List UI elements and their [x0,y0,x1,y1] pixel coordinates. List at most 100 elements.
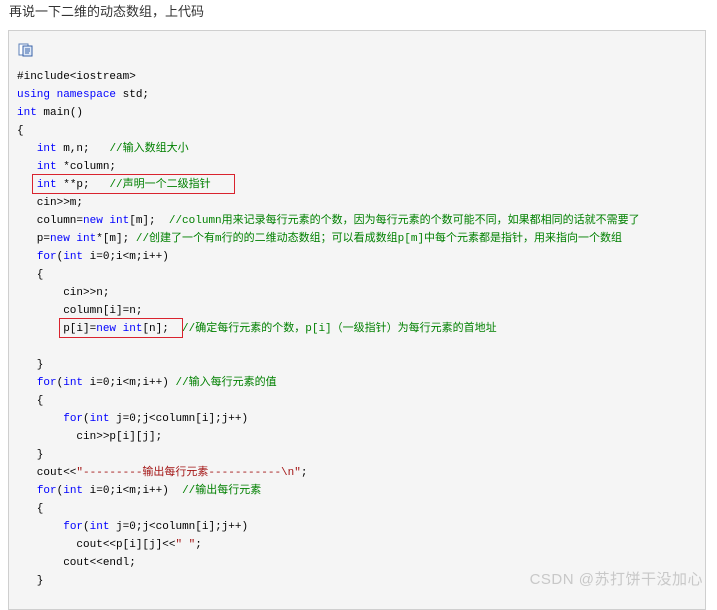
code-token: //输入数组大小 [109,143,189,155]
code-token: new int [96,323,143,335]
code-token: #include<iostream> [17,71,136,83]
code-token: //确定每行元素的个数，p[i]（一级指针）为每行元素的首地址 [182,323,497,335]
code-line: for(int i=0;i<m;i++) [17,248,640,266]
code-token: //输入每行元素的值 [175,377,277,389]
code-line: cin>>p[i][j]; [17,428,640,446]
code-token: i=0;i<m;i++) [83,251,169,263]
code-line: cin>>m; [17,194,640,212]
code-line: p=new int*[m]; //创建了一个有m行的的二维动态数组；可以看成数组… [17,230,640,248]
code-token: ; [300,467,308,479]
code-line: cout<<p[i][j]<<" "; [17,536,640,554]
code-token: p[i]= [17,323,97,335]
code-token: int [36,143,57,155]
code-token: p= [17,233,51,245]
code-token: int [17,107,37,119]
code-line: p[i]=new int[n]; //确定每行元素的个数，p[i]（一级指针）为… [17,320,640,338]
code-token: i=0;i<m;i++) [83,377,176,389]
code-token: } [17,449,44,461]
code-token: for [63,521,84,533]
code-line: { [17,266,640,284]
code-line: } [17,356,640,374]
code-line: #include<iostream> [17,68,640,86]
code-token: int [63,251,84,263]
code-token: i=0;i<m;i++) [83,485,183,497]
code-line: for(int i=0;i<m;i++) //输入每行元素的值 [17,374,640,392]
code-token: new int [50,233,97,245]
code-token: "---------输出每行元素-----------\n" [76,467,301,479]
code-token: //声明一个二级指针 [109,179,211,191]
code-token: ( [83,521,90,533]
code-line: { [17,122,640,140]
code-token: j=0;j<column[i];j++) [109,521,249,533]
code-token: cin>>p[i][j]; [17,431,163,443]
watermark: CSDN @苏打饼干没加心 [529,571,703,588]
code-token: for [36,485,57,497]
code-line: using namespace std; [17,86,640,104]
code-token: [m]; [129,215,169,227]
code-token: ( [83,413,90,425]
code-token: { [17,503,44,515]
code-token: column= [17,215,84,227]
code-token: { [17,269,44,281]
code-token: //输出每行元素 [182,485,262,497]
code-line: cin>>n; [17,284,640,302]
code-token: [n]; [142,323,183,335]
code-token: *column; [56,161,117,173]
code-token: cout<< [17,467,77,479]
copy-code-icon[interactable] [18,43,34,57]
code-line: int m,n; //输入数组大小 [17,140,640,158]
code-token: for [36,251,57,263]
code-listing: #include<iostream> using namespace std; in… [17,68,640,590]
code-token: { [17,125,24,137]
code-token: } [17,359,44,371]
code-token: int [89,413,110,425]
code-token: { [17,395,44,407]
code-token: cout<<endl; [17,557,136,569]
code-line: int main() [17,104,640,122]
code-line: for(int i=0;i<m;i++) //输出每行元素 [17,482,640,500]
code-token: cin>>m; [17,197,84,209]
code-token: column[i]=n; [17,305,143,317]
code-line: column=new int[m]; //column用来记录每行元素的个数，因… [17,212,640,230]
code-token: std; [122,89,150,101]
code-token: ; [195,539,202,551]
code-token: m,n; [56,143,110,155]
code-block: #include<iostream> using namespace std; in… [8,30,706,610]
code-token: int [63,485,84,497]
code-line: cout<<"---------输出每行元素-----------\n"; [17,464,640,482]
code-line: for(int j=0;j<column[i];j++) [17,410,640,428]
code-token: int [89,521,110,533]
code-token: " " [175,539,196,551]
code-line: column[i]=n; [17,302,640,320]
intro-text: 再说一下二维的动态数组，上代码 [9,4,205,19]
code-token: cin>>n; [17,287,110,299]
code-token: int [36,161,57,173]
code-line: for(int j=0;j<column[i];j++) [17,518,640,536]
code-token: **p; [56,179,110,191]
code-token: cout<<p[i][j]<< [17,539,176,551]
code-token: int [63,377,84,389]
code-token: for [36,377,57,389]
code-token: //column用来记录每行元素的个数，因为每行元素的个数可能不同，如果都相同的… [168,215,640,227]
code-token: *[m]; [96,233,136,245]
code-token: new int [83,215,130,227]
code-token: using namespace [17,89,123,101]
code-token: } [17,575,44,587]
code-token: for [63,413,84,425]
code-line: int **p; //声明一个二级指针 [17,176,640,194]
code-line: { [17,500,640,518]
code-line: { [17,392,640,410]
code-token: j=0;j<column[i];j++) [109,413,249,425]
code-token: main() [36,107,84,119]
code-token: int [36,179,57,191]
code-token: //创建了一个有m行的的二维动态数组；可以看成数组p[m]中每个元素都是指针，用… [135,233,623,245]
